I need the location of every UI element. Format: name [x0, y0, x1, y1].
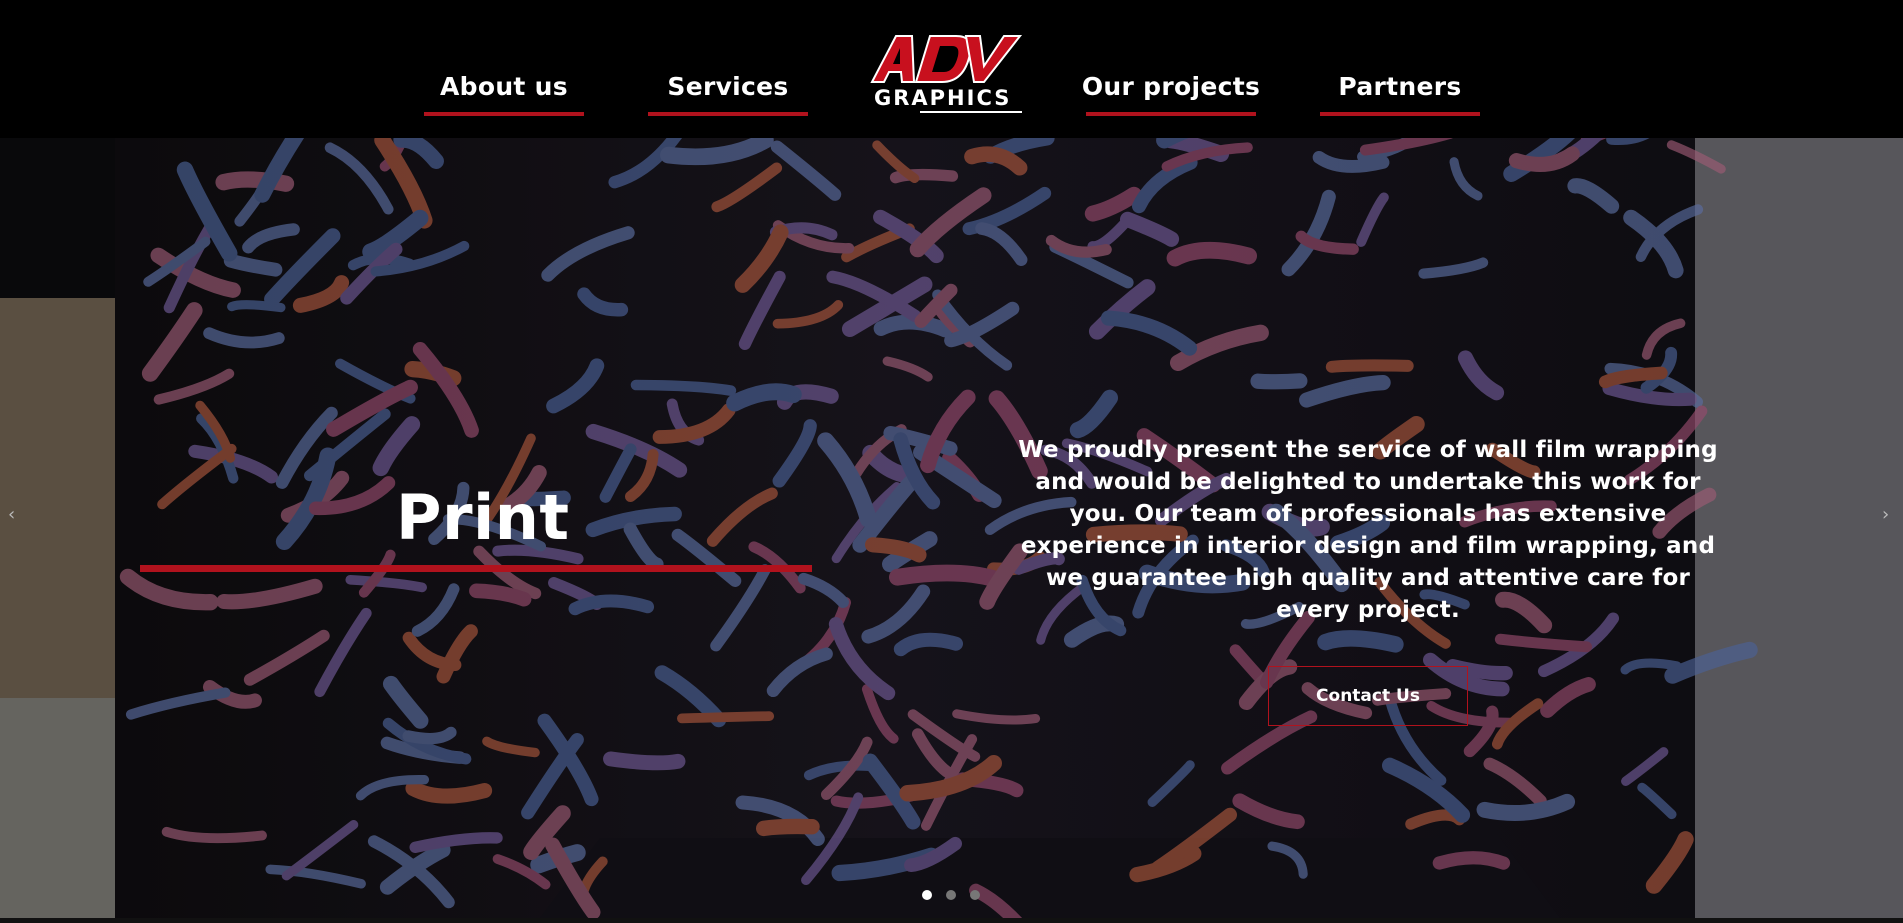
- hero-title: Print: [396, 481, 570, 554]
- chevron-right-icon[interactable]: ›: [1882, 504, 1889, 525]
- nav-our-projects[interactable]: Our projects: [1082, 72, 1260, 116]
- nav-services[interactable]: Services: [648, 72, 808, 116]
- nav-underline: [1086, 112, 1256, 116]
- slider-dot-1[interactable]: [922, 890, 932, 900]
- logo-underline: [920, 111, 1022, 113]
- adv-logo-mark: [870, 35, 1023, 83]
- nav-about-us[interactable]: About us: [424, 72, 584, 116]
- nav-underline: [648, 112, 808, 116]
- nav-about-us-label: About us: [440, 72, 568, 101]
- slider-dot-3[interactable]: [970, 890, 980, 900]
- hero-slider: ‹ › Print We proudly present the service…: [0, 138, 1903, 918]
- nav-our-projects-label: Our projects: [1081, 72, 1261, 101]
- chevron-left-icon[interactable]: ‹: [8, 504, 15, 525]
- contact-us-button[interactable]: Contact Us: [1268, 666, 1468, 726]
- slider-dot-2[interactable]: [946, 890, 956, 900]
- nav-partners-label: Partners: [1338, 72, 1462, 101]
- site-header: About us Services GRAPHICS Our projects …: [0, 0, 1903, 138]
- adv-graphics-logo[interactable]: GRAPHICS: [870, 30, 1024, 116]
- slider-dots: [922, 890, 980, 900]
- nav-underline: [424, 112, 584, 116]
- nav-services-label: Services: [667, 72, 789, 101]
- hero-description: We proudly present the service of wall f…: [1018, 437, 1718, 623]
- hero-title-underline: [140, 565, 812, 572]
- page-bottom-edge: [0, 918, 1903, 923]
- nav-partners[interactable]: Partners: [1320, 72, 1480, 116]
- logo-wordmark: GRAPHICS: [874, 86, 1012, 110]
- nav-underline: [1320, 112, 1480, 116]
